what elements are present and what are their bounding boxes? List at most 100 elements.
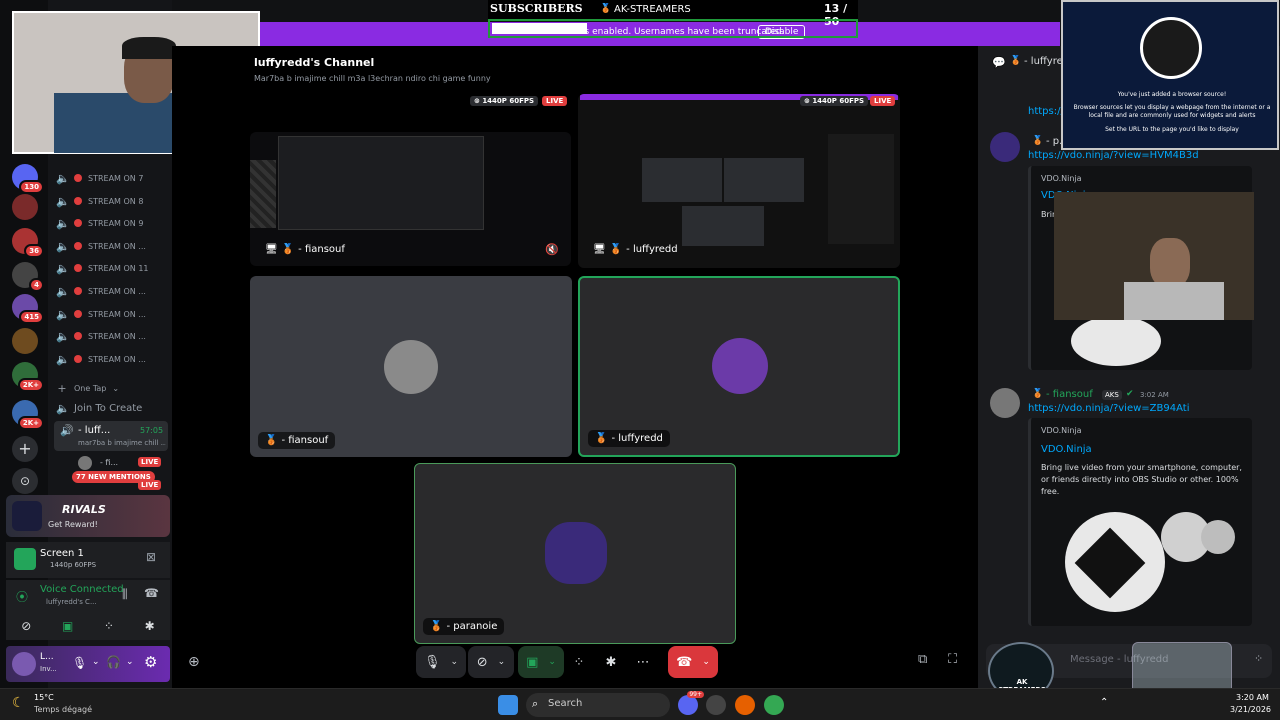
server-icon[interactable]: [12, 194, 38, 220]
stream-tile[interactable]: 🖥 🥉 - fiansouf 🔇: [250, 132, 571, 266]
voice-channel-name[interactable]: luffyredd's C...: [46, 598, 97, 606]
disconnect-button[interactable]: ☎ ⌄: [668, 646, 718, 678]
add-server-icon[interactable]: +: [12, 436, 38, 462]
voice-channel-item[interactable]: 🔈 STREAM ON ...: [56, 349, 168, 369]
obs-app-icon[interactable]: [706, 695, 726, 715]
medal-icon: 🥉: [1010, 56, 1022, 66]
popout-icon[interactable]: ⧉: [918, 652, 927, 667]
apps-icon[interactable]: ⁘: [1254, 652, 1263, 665]
chevron-down-icon: ⌄: [548, 657, 556, 667]
server-icon[interactable]: 36: [12, 228, 44, 258]
headphones-icon[interactable]: 🎧: [106, 655, 121, 669]
avatar[interactable]: [990, 388, 1020, 418]
obs-browser-source: You've just added a browser source! Brow…: [1061, 0, 1279, 150]
screen-share-icon[interactable]: ▣: [62, 619, 73, 633]
clock-date[interactable]: 3/21/2026: [1230, 705, 1271, 714]
chat-username[interactable]: - fiansouf: [1046, 389, 1093, 400]
chevron-up-icon[interactable]: ⌃: [1100, 697, 1108, 708]
server-icon[interactable]: 2K+: [12, 362, 44, 392]
chevron-down-icon[interactable]: ⌄: [92, 657, 100, 667]
chrome-icon[interactable]: [764, 695, 784, 715]
chat-link[interactable]: https://: [1028, 106, 1064, 117]
medal-icon: 🥉: [595, 433, 608, 444]
medal-icon: 🥉: [609, 244, 623, 255]
chat-link[interactable]: https://vdo.ninja/?view=ZB94Ati: [1028, 403, 1189, 414]
voice-channel-item[interactable]: 🔈 STREAM ON ...: [56, 236, 168, 256]
windows-start-icon[interactable]: [498, 695, 518, 715]
server-icon[interactable]: 4: [12, 262, 44, 292]
active-voice-channel[interactable]: 🔊 - luff... 57:05 mar7ba b imajime chill…: [54, 421, 168, 451]
voice-channel-item[interactable]: 🔈 STREAM ON ...: [56, 304, 168, 324]
stop-stream-icon[interactable]: ⊠: [146, 550, 156, 564]
voice-channel-item[interactable]: 🔈 STREAM ON 11: [56, 258, 168, 278]
participant-name: - fiansouf: [281, 435, 329, 446]
voice-channel-item[interactable]: 🔈 STREAM ON ...: [56, 281, 168, 301]
participant-tile[interactable]: 🥉 - fiansouf: [250, 276, 572, 457]
microphone-icon[interactable]: 🎙: [72, 656, 87, 670]
one-tap-item[interactable]: + One Tap ⌄: [56, 378, 168, 398]
voice-channel-item[interactable]: 🔈 STREAM ON 7: [56, 168, 168, 188]
avatar[interactable]: [990, 132, 1020, 162]
voice-actions: ⊘ ▣ ⁘ ✱: [6, 612, 170, 640]
rivals-logo-icon: [12, 501, 42, 531]
screen-share-control[interactable]: ▣ ⌄: [518, 646, 564, 678]
stream-tile[interactable]: 🖥 🥉 - luffyredd: [578, 94, 900, 268]
clock-time[interactable]: 3:20 AM: [1236, 693, 1269, 702]
medal-icon: 🥉: [1032, 136, 1044, 146]
participant-tile[interactable]: 🥉 - paranoie: [414, 463, 736, 644]
firefox-icon[interactable]: [735, 695, 755, 715]
add-user-icon[interactable]: ⊕: [188, 654, 200, 670]
stream-preview: [278, 136, 484, 230]
weather-desc[interactable]: Temps dégagé: [34, 705, 92, 714]
embed-site: VDO.Ninja: [1041, 174, 1082, 183]
channel-status: mar7ba b imajime chill ...: [78, 439, 166, 447]
speaker-icon: 🔈: [56, 352, 70, 366]
search-icon: ⌕: [532, 697, 539, 710]
soundboard-button[interactable]: ✱: [600, 646, 622, 678]
voice-user-label[interactable]: - fi...: [100, 458, 118, 467]
settings-gear-icon[interactable]: ⚙: [144, 653, 157, 671]
taskbar-search[interactable]: ⌕ Search: [526, 693, 670, 717]
live-badge: LIVE: [542, 96, 568, 106]
activities-icon[interactable]: ⁘: [104, 619, 114, 633]
chevron-down-icon[interactable]: ⌄: [126, 657, 134, 667]
live-dot-icon: [74, 310, 82, 318]
participant-tile[interactable]: 🥉 - luffyredd: [578, 276, 900, 457]
moon-icon: ☾: [12, 695, 25, 711]
signal-icon[interactable]: ⦿: [16, 588, 28, 605]
promo-card[interactable]: RIVALS Get Reward!: [6, 495, 170, 537]
guild-tag: AKS: [1102, 390, 1122, 400]
server-icon[interactable]: 2K+: [12, 400, 44, 430]
channel-subtitle: Mar7ba b imajime chill m3a l3echran ndir…: [254, 74, 491, 83]
discover-icon[interactable]: ⊙: [12, 468, 38, 494]
server-badge: 2K+: [17, 416, 44, 430]
join-to-create-item[interactable]: 🔈 Join To Create: [56, 398, 168, 418]
more-button[interactable]: ⋯: [630, 646, 656, 678]
discord-badge: 99+: [687, 691, 704, 698]
user-name[interactable]: L...: [40, 652, 54, 662]
participant-name: - luffyredd: [626, 244, 678, 255]
server-icon[interactable]: 130: [12, 164, 44, 194]
fullscreen-icon[interactable]: ⛶: [948, 652, 957, 667]
soundboard-icon[interactable]: ✱: [145, 619, 155, 633]
server-icon[interactable]: [12, 328, 38, 354]
embed-site: VDO.Ninja: [1041, 426, 1082, 435]
soundboard-icon[interactable]: ⫼: [122, 587, 128, 602]
server-icon[interactable]: 415: [12, 294, 44, 324]
embed-title[interactable]: VDO.Ninja: [1041, 444, 1092, 455]
chat-link[interactable]: https://vdo.ninja/?view=HVM4B3d: [1028, 150, 1199, 161]
discord-icon[interactable]: 99+: [678, 691, 704, 715]
voice-channel-item[interactable]: 🔈 STREAM ON 8: [56, 191, 168, 211]
speaker-icon: 🔈: [56, 307, 70, 321]
disconnect-icon[interactable]: ☎: [144, 586, 159, 600]
voice-status[interactable]: Voice Connected: [40, 584, 124, 595]
volume-mute-icon[interactable]: 🔇: [545, 243, 559, 256]
voice-channel-item[interactable]: 🔈 STREAM ON ...: [56, 326, 168, 346]
voice-channel-item[interactable]: 🔈 STREAM ON 9: [56, 213, 168, 233]
camera-off-icon[interactable]: ⊘: [21, 619, 31, 633]
weather-temp[interactable]: 15°C: [34, 693, 54, 702]
camera-control[interactable]: ⊘ ⌄: [468, 646, 514, 678]
activities-button[interactable]: ⁘: [568, 646, 590, 678]
avatar[interactable]: [12, 652, 36, 676]
mic-control[interactable]: 🎙 ⌄: [416, 646, 466, 678]
